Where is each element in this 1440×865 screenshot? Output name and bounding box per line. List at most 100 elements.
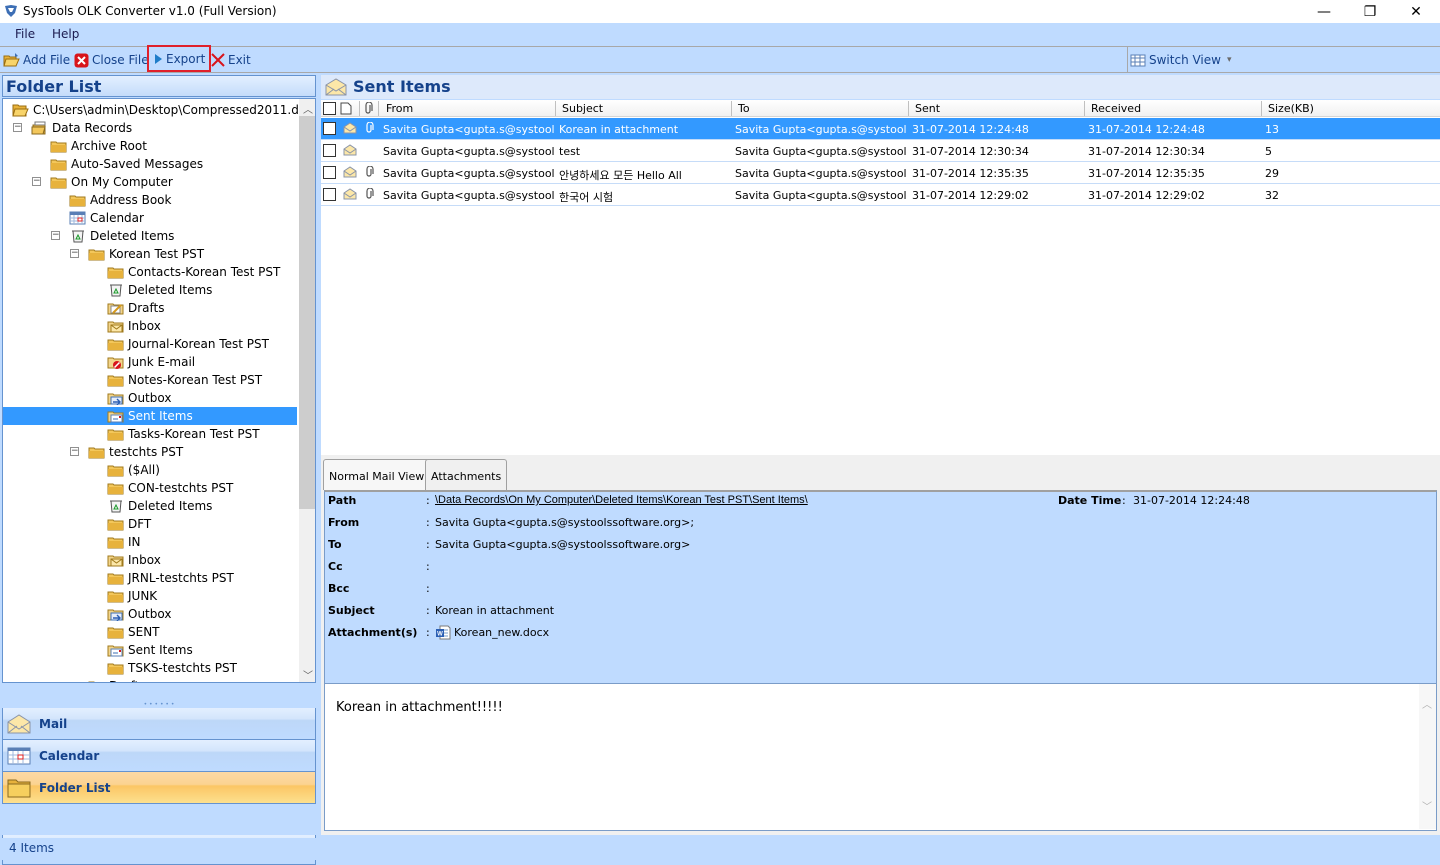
folder-icon bbox=[69, 193, 86, 207]
tree-item[interactable]: Deleted Items bbox=[107, 281, 212, 299]
tree-item[interactable]: − Korean Test PST bbox=[70, 245, 204, 263]
nav-button-mail[interactable]: Mail bbox=[2, 708, 316, 740]
paperclip-icon bbox=[366, 122, 374, 133]
tree-item[interactable]: Auto-Saved Messages bbox=[50, 155, 203, 173]
tree-item[interactable]: IN bbox=[107, 533, 141, 551]
column-sent[interactable]: Sent bbox=[915, 102, 940, 115]
column-to[interactable]: To bbox=[738, 102, 750, 115]
tree-item-label: SENT bbox=[128, 625, 160, 639]
tree-item[interactable]: −C:\Users\admin\Desktop\Compressed2011.d… bbox=[12, 101, 316, 119]
tree-item[interactable]: Drafts bbox=[107, 299, 165, 317]
attachment-item[interactable]: W Korean_new.docx bbox=[435, 625, 549, 640]
scroll-up-arrow-icon[interactable]: ︿ bbox=[303, 101, 313, 116]
tree-item[interactable]: Contacts-Korean Test PST bbox=[107, 263, 280, 281]
column-size[interactable]: Size(KB) bbox=[1268, 102, 1314, 115]
close-file-button[interactable]: Close File bbox=[74, 51, 149, 69]
export-button[interactable]: Export bbox=[147, 45, 212, 72]
tree-horizontal-scrollbar[interactable]: ‹ › bbox=[3, 682, 299, 683]
envelope-open-icon bbox=[325, 78, 347, 96]
tab-normal-mail-view[interactable]: Normal Mail View bbox=[323, 459, 431, 490]
tree-item[interactable]: Junk E-mail bbox=[107, 353, 195, 371]
column-subject[interactable]: Subject bbox=[562, 102, 603, 115]
tree-item[interactable]: Outbox bbox=[107, 605, 171, 623]
tree-item[interactable]: JRNL-testchts PST bbox=[107, 569, 234, 587]
tab-attachments[interactable]: Attachments bbox=[425, 459, 508, 490]
tree-item[interactable]: CON-testchts PST bbox=[107, 479, 233, 497]
body-scrollbar[interactable]: ︿ ﹀ bbox=[1419, 684, 1436, 829]
column-from[interactable]: From bbox=[386, 102, 413, 115]
tree-vertical-scrollbar[interactable]: ︿ ﹀ bbox=[299, 99, 315, 682]
cell-from: Savita Gupta<gupta.s@systool... bbox=[383, 123, 555, 136]
tree-item[interactable]: Calendar bbox=[69, 209, 144, 227]
collapse-toggle-icon[interactable]: − bbox=[51, 231, 60, 240]
add-file-button[interactable]: Add File bbox=[3, 51, 70, 69]
nav-button-calendar[interactable]: Calendar bbox=[2, 740, 316, 772]
tree-item-label: Drafts bbox=[109, 679, 146, 682]
tree-item[interactable]: − Data Records bbox=[13, 119, 132, 137]
tree-item[interactable]: SENT bbox=[107, 623, 160, 641]
mail-row[interactable]: Savita Gupta<gupta.s@systool... 안녕하세요 모든 … bbox=[321, 162, 1440, 184]
tree-item[interactable]: Archive Root bbox=[50, 137, 147, 155]
row-checkbox[interactable] bbox=[323, 144, 336, 157]
tree-item[interactable]: Sent Items bbox=[3, 407, 297, 425]
sent-items-icon bbox=[107, 643, 124, 657]
tree-item[interactable]: − Deleted Items bbox=[51, 227, 174, 245]
mail-row[interactable]: Savita Gupta<gupta.s@systool... Korean in… bbox=[321, 118, 1440, 140]
row-checkbox[interactable] bbox=[323, 166, 336, 179]
tree-item[interactable]: TSKS-testchts PST bbox=[107, 659, 237, 677]
menu-file[interactable]: File bbox=[15, 27, 35, 41]
collapse-toggle-icon[interactable]: − bbox=[70, 249, 79, 258]
tree-item[interactable]: − On My Computer bbox=[32, 173, 173, 191]
tree-item[interactable]: JUNK bbox=[107, 587, 157, 605]
select-all-checkbox[interactable] bbox=[323, 102, 336, 115]
scroll-up-arrow-icon[interactable]: ︿ bbox=[1422, 696, 1432, 711]
minimize-button[interactable]: — bbox=[1301, 0, 1347, 23]
tree-item-label: C:\Users\admin\Desktop\Compressed2011.dm… bbox=[33, 103, 316, 117]
tree-item-label: Sent Items bbox=[128, 409, 193, 423]
maximize-button[interactable]: ❐ bbox=[1347, 0, 1393, 23]
mail-row[interactable]: Savita Gupta<gupta.s@systool... 한국어 시험 Sav… bbox=[321, 184, 1440, 206]
close-window-button[interactable]: ✕ bbox=[1393, 0, 1439, 23]
tree-item[interactable]: Inbox bbox=[107, 551, 161, 569]
tree-item[interactable]: ($All) bbox=[107, 461, 160, 479]
mail-body[interactable]: Korean in attachment!!!!! ︿ ﹀ bbox=[324, 684, 1437, 831]
mail-row[interactable]: Savita Gupta<gupta.s@systool... test Savit… bbox=[321, 140, 1440, 162]
collapse-toggle-icon[interactable]: − bbox=[13, 123, 22, 132]
tree-item[interactable]: Sent Items bbox=[107, 641, 193, 659]
path-link[interactable]: \Data Records\On My Computer\Deleted Ite… bbox=[435, 494, 808, 506]
row-checkbox[interactable] bbox=[323, 122, 336, 135]
switch-view-button[interactable]: Switch View ▾ bbox=[1130, 51, 1232, 69]
tree-item[interactable]: Notes-Korean Test PST bbox=[107, 371, 262, 389]
tree-item[interactable]: Address Book bbox=[69, 191, 171, 209]
collapse-toggle-icon[interactable]: − bbox=[2, 105, 3, 114]
tree-item[interactable]: Outbox bbox=[107, 389, 171, 407]
column-received[interactable]: Received bbox=[1091, 102, 1141, 115]
tree-item[interactable]: Journal-Korean Test PST bbox=[107, 335, 269, 353]
nav-button-folder-list[interactable]: Folder List bbox=[2, 772, 316, 804]
splitter-grip[interactable]: • • • • • • bbox=[2, 702, 316, 708]
tree-item-label: Inbox bbox=[128, 553, 161, 567]
collapse-toggle-icon[interactable]: − bbox=[70, 447, 79, 456]
scroll-thumb[interactable] bbox=[299, 116, 315, 509]
folder-title: Sent Items bbox=[353, 77, 451, 96]
h-scroll-thumb[interactable] bbox=[31, 682, 276, 683]
tree-item[interactable]: Tasks-Korean Test PST bbox=[107, 425, 260, 443]
folder-list-title: Folder List bbox=[6, 77, 102, 96]
collapse-toggle-icon[interactable]: − bbox=[32, 177, 41, 186]
close-file-label: Close File bbox=[92, 53, 149, 67]
scroll-down-arrow-icon[interactable]: ﹀ bbox=[303, 667, 313, 682]
tree-item[interactable]: Deleted Items bbox=[107, 497, 212, 515]
add-file-label: Add File bbox=[23, 53, 71, 67]
scroll-down-arrow-icon[interactable]: ﹀ bbox=[1422, 798, 1432, 813]
tree-item[interactable]: Inbox bbox=[107, 317, 161, 335]
exit-button[interactable]: Exit bbox=[211, 51, 251, 69]
recycle-icon bbox=[107, 283, 124, 297]
tree-item[interactable]: − testchts PST bbox=[70, 443, 184, 461]
menu-help[interactable]: Help bbox=[52, 27, 79, 41]
row-checkbox[interactable] bbox=[323, 188, 336, 201]
tree-item[interactable]: Drafts bbox=[88, 677, 146, 682]
tree-item-label: testchts PST bbox=[109, 445, 184, 459]
folder-icon bbox=[50, 157, 67, 171]
cell-to: Savita Gupta<gupta.s@systool... bbox=[735, 167, 907, 180]
tree-item[interactable]: DFT bbox=[107, 515, 151, 533]
